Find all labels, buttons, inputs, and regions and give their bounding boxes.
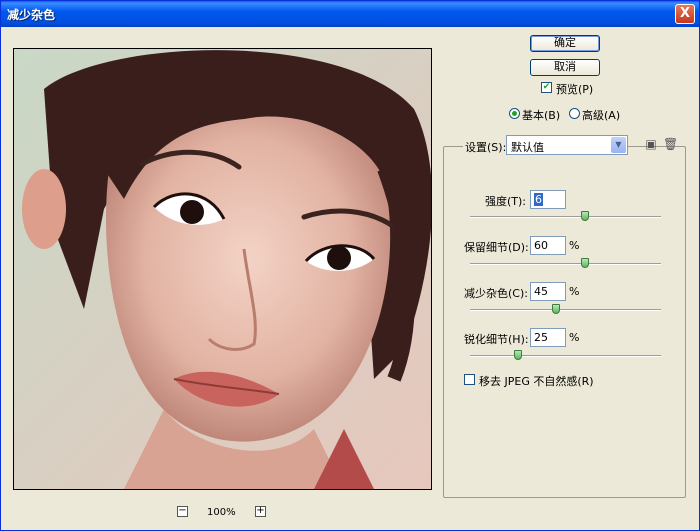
settings-dropdown[interactable]: 默认值 ▼ [506,135,628,155]
preserve-details-input[interactable]: 60 [530,236,566,255]
preserve-details-slider-thumb[interactable] [580,258,589,268]
strength-slider-thumb[interactable] [580,211,589,221]
advanced-radio-label: 高级(A) [582,109,621,122]
zoom-level: 100% [207,507,236,518]
chevron-down-icon[interactable]: ▼ [611,137,626,153]
zoom-out-button[interactable]: − [177,506,188,517]
preserve-details-slider-track[interactable] [470,263,661,265]
strength-value: 6 [534,193,543,206]
preserve-details-unit: % [569,239,580,252]
sharpen-details-input[interactable]: 25 [530,328,566,347]
preview-label: 预览(P) [556,83,594,96]
sharpen-details-slider-track[interactable] [470,355,661,357]
portrait-image [14,49,431,489]
settings-value: 默认值 [511,141,544,154]
zoom-in-button[interactable]: + [255,506,266,517]
reduce-color-noise-label: 减少杂色(C): [464,287,528,300]
sharpen-details-unit: % [569,331,580,344]
cancel-button[interactable]: 取消 [530,59,600,76]
sharpen-details-slider-thumb[interactable] [513,350,522,360]
ok-button[interactable]: 确定 [530,35,600,52]
basic-radio-label: 基本(B) [522,109,561,122]
reduce-color-noise-slider-thumb[interactable] [551,304,560,314]
preview-image[interactable] [13,48,432,490]
trash-icon[interactable]: 🗑 [663,137,678,151]
window-title: 减少杂色 [7,8,56,22]
preserve-details-value: 60 [534,239,548,252]
basic-radio[interactable] [509,108,520,119]
strength-label: 强度(T): [485,195,527,208]
advanced-radio[interactable] [569,108,580,119]
preview-checkbox[interactable]: ✔ [541,82,552,93]
reduce-color-noise-unit: % [569,285,580,298]
strength-slider-track[interactable] [470,216,661,218]
dialog-window: 减少杂色 X − 100% + 确定 取消 ✔ 预览(P) 基本(B) 高级(A… [0,0,700,531]
remove-jpeg-artifact-label: 移去 JPEG 不自然感(R) [479,375,594,388]
sharpen-details-value: 25 [534,331,548,344]
reduce-color-noise-slider-track[interactable] [470,309,661,311]
save-settings-icon[interactable]: ▣ [644,137,658,151]
reduce-color-noise-value: 45 [534,285,548,298]
remove-jpeg-artifact-checkbox[interactable] [464,374,475,385]
strength-input[interactable]: 6 [530,190,566,209]
reduce-color-noise-input[interactable]: 45 [530,282,566,301]
title-bar[interactable]: 减少杂色 X [1,1,699,27]
close-button[interactable]: X [675,4,695,24]
settings-label: 设置(S): [463,139,509,155]
preserve-details-label: 保留细节(D): [464,241,529,254]
sharpen-details-label: 锐化细节(H): [464,333,529,346]
